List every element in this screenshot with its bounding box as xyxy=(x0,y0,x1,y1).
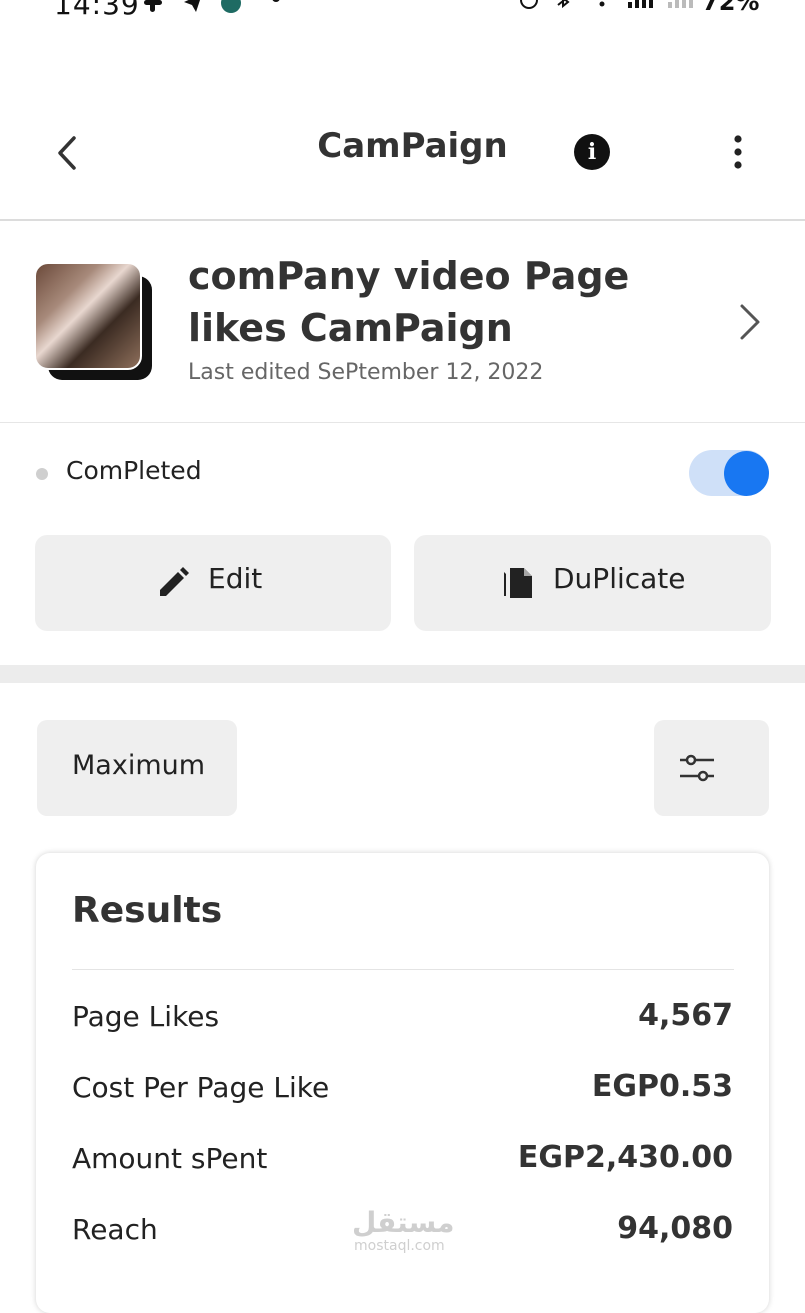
results-divider xyxy=(72,969,734,970)
pencil-icon xyxy=(160,567,189,596)
status-time: 14:39 xyxy=(54,0,140,21)
section-separator xyxy=(0,665,805,683)
back-arrow-icon[interactable] xyxy=(50,130,90,176)
page-title: CamPaign xyxy=(317,126,508,166)
signal-icon xyxy=(628,0,653,8)
results-title: Results xyxy=(72,890,223,931)
more-options-icon[interactable] xyxy=(724,134,752,170)
status-dot-icon xyxy=(36,468,48,480)
result-value-reach: 94,080 xyxy=(617,1211,733,1246)
slack-icon xyxy=(144,0,162,12)
info-icon[interactable]: i xyxy=(574,134,610,170)
alarm-icon xyxy=(520,0,538,9)
last-edited-text: Last edited SePtember 12, 2022 xyxy=(188,360,544,385)
watermark-logo: مستقل xyxy=(352,1206,455,1239)
notification-dot-icon xyxy=(272,0,280,2)
bluetooth-icon xyxy=(557,0,570,9)
toggle-knob[interactable] xyxy=(724,451,769,496)
app-badge-icon xyxy=(221,0,241,13)
result-label-amount-spent: Amount sPent xyxy=(72,1142,268,1175)
section-divider xyxy=(0,422,805,423)
edit-label: Edit xyxy=(208,562,263,595)
duplicate-icon xyxy=(504,568,532,598)
result-value-amount-spent: EGP2,430.00 xyxy=(517,1140,733,1175)
sliders-icon xyxy=(680,754,714,782)
signal-icon-secondary xyxy=(668,0,693,8)
result-value-cost-per-like: EGP0.53 xyxy=(591,1069,733,1104)
wifi-icon xyxy=(599,1,605,7)
watermark-url: mostaql.com xyxy=(354,1238,445,1254)
battery-level: 72% xyxy=(702,0,760,16)
result-label-page-likes: Page Likes xyxy=(72,1000,220,1033)
result-label-cost-per-like: Cost Per Page Like xyxy=(72,1071,330,1104)
status-label: ComPleted xyxy=(66,456,202,485)
campaign-thumbnail[interactable] xyxy=(34,262,142,370)
duplicate-label: DuPlicate xyxy=(553,562,686,595)
result-label-reach: Reach xyxy=(72,1213,158,1246)
campaign-title[interactable]: comPany video Page likes CamPaign xyxy=(188,250,708,354)
telegram-icon xyxy=(184,0,200,12)
date-range-label: Maximum xyxy=(72,750,206,781)
header-divider xyxy=(0,219,805,221)
chevron-right-icon[interactable] xyxy=(736,300,766,344)
result-value-page-likes: 4,567 xyxy=(638,998,733,1033)
